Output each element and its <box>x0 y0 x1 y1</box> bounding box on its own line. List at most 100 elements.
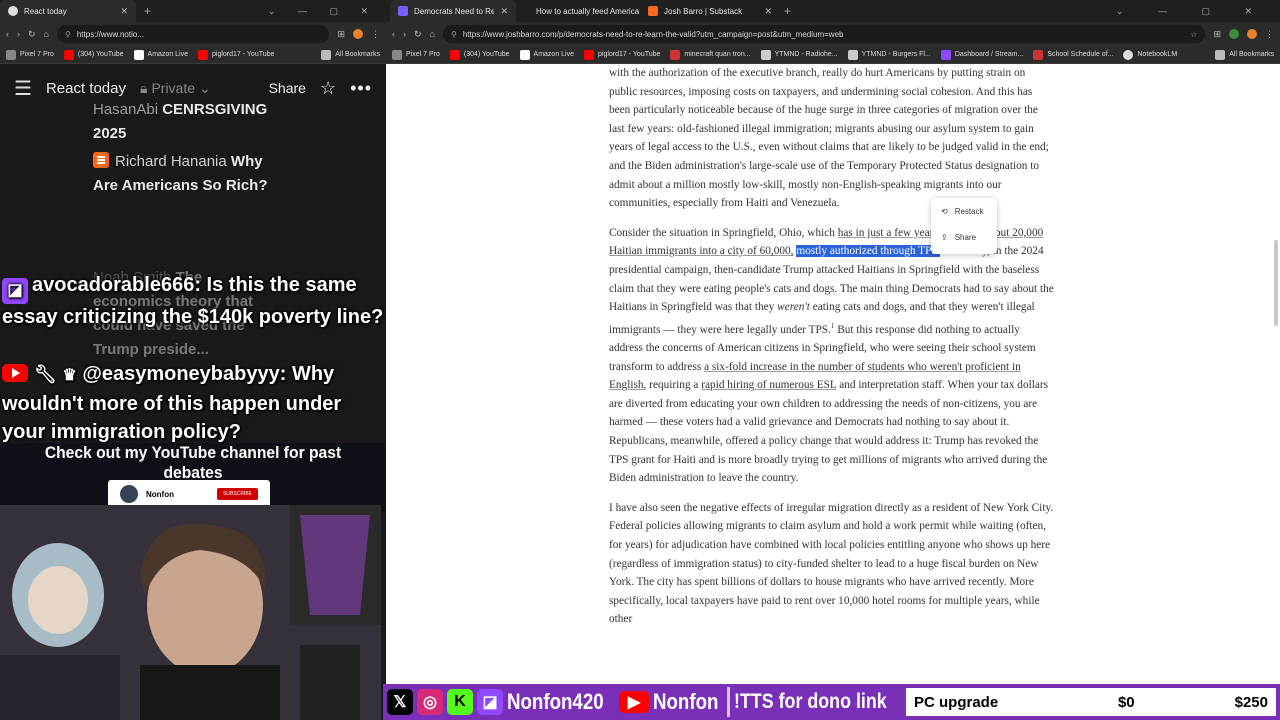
crown-badge-icon: ♛ <box>62 367 77 384</box>
article-paragraph: with the authorization of the executive … <box>609 67 1049 210</box>
window-controls[interactable]: ⌄ — ▢ ✕ <box>268 6 386 17</box>
extension-icon[interactable]: ⊞ <box>1213 29 1221 40</box>
left-browser-window: React today ✕ + ⌄ — ▢ ✕ ‹ › ↻ ⌂ ⚲ https:… <box>0 0 386 720</box>
bookmark-youtube[interactable]: (304) YouTube <box>63 49 124 60</box>
hamburger-menu-icon[interactable]: ☰ <box>14 76 32 101</box>
menu-icon[interactable]: ⋮ <box>1265 29 1274 40</box>
youtube-icon: ▶ <box>619 691 649 713</box>
new-tab-icon[interactable]: + <box>784 4 791 18</box>
goal-current: $0 <box>1117 693 1135 711</box>
extension-icon[interactable] <box>1229 29 1239 39</box>
share-button[interactable]: Share <box>269 80 306 96</box>
article-paragraph: I have also seen the negative effects of… <box>609 501 1054 626</box>
bookmark-piglord[interactable]: piglord17 - YouTube <box>198 49 274 60</box>
kick-icon: K <box>447 689 473 715</box>
ticker-handle: Nonfon <box>653 689 719 714</box>
webcam-image <box>0 505 381 720</box>
list-item[interactable]: Richard Hanania Why Are Americans So Ric… <box>93 150 283 198</box>
lock-icon: 🔒︎ <box>139 79 148 96</box>
wrench-icon: 🔧︎ <box>34 364 57 384</box>
chat-message: ◪ avocadorable666: Is this the same essay… <box>2 274 384 328</box>
selected-text[interactable]: mostly authorized through TPS. <box>796 245 941 258</box>
channel-avatar <box>120 485 138 503</box>
right-address-bar[interactable]: ⚲ https://www.joshbarro.com/p/democrats-… <box>442 25 1206 43</box>
bookmark-item[interactable]: NotebookLM <box>1123 49 1177 60</box>
close-tab-icon[interactable]: ✕ <box>500 6 508 17</box>
home-icon[interactable]: ⌂ <box>430 29 435 39</box>
ticker-handle: Nonfon420 <box>507 689 604 714</box>
back-icon[interactable]: ‹ <box>392 29 395 39</box>
bookmark-amazon[interactable]: Amazon Live <box>133 49 188 60</box>
left-address-bar[interactable]: ⚲ https://www.notio... <box>56 25 330 43</box>
profile-avatar[interactable] <box>353 29 363 39</box>
menu-icon[interactable]: ⋮ <box>371 29 380 40</box>
bookmark-item[interactable]: School Schedule of... <box>1033 49 1113 60</box>
goal-target: $250 <box>1234 693 1268 711</box>
notion-page-title: React today <box>45 79 126 97</box>
share-icon: ⇪ <box>941 232 948 242</box>
donation-goal-bar: PC upgrade $0 $250 <box>906 688 1276 716</box>
article-body: with the authorization of the executive … <box>609 64 1054 640</box>
forward-icon[interactable]: › <box>17 29 20 39</box>
forward-icon[interactable]: › <box>403 29 406 39</box>
bookmark-item[interactable]: YTMND - Radiohe... <box>760 49 838 60</box>
tab-favicon <box>398 6 408 16</box>
window-controls[interactable]: ⌄ — ▢ ✕ <box>1116 6 1280 17</box>
all-bookmarks[interactable]: All Bookmarks <box>321 49 380 60</box>
restack-button[interactable]: ⟲ Restack <box>931 198 997 224</box>
left-url-text: https://www.notio... <box>76 29 144 39</box>
back-icon[interactable]: ‹ <box>6 29 9 39</box>
substack-icon <box>93 152 109 168</box>
profile-avatar[interactable] <box>1247 29 1257 39</box>
right-toolbar: ‹ › ↻ ⌂ ⚲ https://www.joshbarro.com/p/de… <box>386 22 1280 46</box>
more-options-icon[interactable]: ••• <box>350 78 372 99</box>
bookmark-item[interactable]: YTMND - Burgers Fl... <box>847 49 931 60</box>
tab-josh-barro-substack[interactable]: Josh Barro | Substack ✕ <box>640 0 780 22</box>
extensions-icon[interactable]: ⊞ <box>337 29 345 40</box>
tab-democrats-article[interactable]: Democrats Need to Re-Learn ... ✕ <box>390 0 516 22</box>
instagram-icon: ◎ <box>417 689 443 715</box>
right-url-text: https://www.joshbarro.com/p/democrats-ne… <box>462 29 844 39</box>
article-link[interactable]: rapid hiring of numerous ESL <box>701 379 836 391</box>
bookmark-item[interactable]: Pixel 7 Pro <box>392 49 440 60</box>
bookmark-item[interactable]: (304) YouTube <box>449 49 510 60</box>
scrollbar[interactable] <box>1274 240 1278 326</box>
twitch-icon: ◪ <box>477 689 503 715</box>
left-tab-react-today[interactable]: React today ✕ <box>0 0 136 22</box>
selection-popup: ⟲ Restack ⇪ Share <box>931 198 997 254</box>
twitch-icon: ◪ <box>2 278 28 304</box>
bookmark-item[interactable]: minecraft quan tron... <box>670 49 751 60</box>
left-bookmarks-bar: Pixel 7 Pro (304) YouTube Amazon Live pi… <box>0 46 386 64</box>
close-tab-icon[interactable]: ✕ <box>120 6 128 17</box>
bookmark-item[interactable]: Amazon Live <box>519 49 574 60</box>
bookmark-item[interactable]: Dashboard / Stream... <box>940 49 1023 60</box>
webcam-feed <box>0 505 381 720</box>
close-tab-icon[interactable]: ✕ <box>764 6 772 17</box>
all-bookmarks[interactable]: All Bookmarks <box>1215 49 1274 60</box>
youtube-channel-card: Nonfon SUBSCRIBE <box>108 480 270 508</box>
bookmark-pixel[interactable]: Pixel 7 Pro <box>6 49 54 60</box>
bookmark-item[interactable]: piglord17 - YouTube <box>584 49 660 60</box>
substack-icon <box>648 6 658 16</box>
channel-name: Nonfon <box>146 489 174 499</box>
youtube-icon <box>2 364 28 382</box>
bookmark-star-icon[interactable]: ☆ <box>1190 30 1197 39</box>
reload-icon[interactable]: ↻ <box>28 29 36 40</box>
reload-icon[interactable]: ↻ <box>414 29 422 40</box>
right-browser-window: Democrats Need to Re-Learn ... ✕ How to … <box>386 0 1280 684</box>
tab-feed-america[interactable]: How to actually feed America <box>516 0 640 22</box>
home-icon[interactable]: ⌂ <box>44 29 49 39</box>
left-toolbar: ‹ › ↻ ⌂ ⚲ https://www.notio... ⊞ ⋮ <box>0 22 386 46</box>
goal-label: PC upgrade <box>914 693 999 711</box>
chat-message: 🔧︎ ♛ @easymoneybabyyy: Why wouldn't more… <box>2 363 342 443</box>
chrome-icon <box>8 6 18 16</box>
tab-title: React today <box>24 6 67 16</box>
divider <box>727 687 730 717</box>
right-bookmarks-bar: Pixel 7 Pro (304) YouTube Amazon Live pi… <box>386 46 1280 64</box>
article-paragraph: Consider the situation in Springfield, O… <box>609 226 1054 485</box>
share-button[interactable]: ⇪ Share <box>931 224 997 250</box>
privacy-dropdown[interactable]: 🔒︎ Private ⌄ <box>140 80 211 97</box>
favorite-star-icon[interactable]: ☆ <box>320 78 336 99</box>
new-tab-icon[interactable]: + <box>144 4 151 18</box>
list-item[interactable]: HasanAbi CENRSGIVING 2025 <box>93 98 283 146</box>
